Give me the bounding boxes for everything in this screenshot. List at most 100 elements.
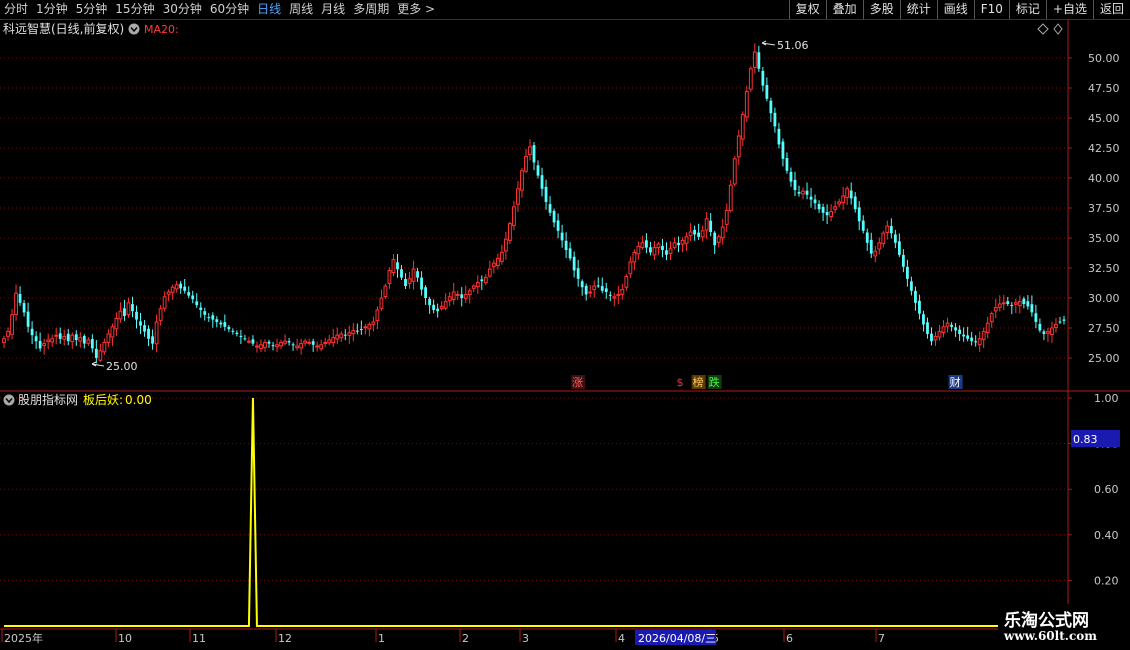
candle-body-up [303,340,308,344]
candle-body-up [78,337,83,342]
period-tab[interactable]: 1分钟 [32,0,72,19]
candle-body-up [592,285,597,290]
candle-body-down [1030,304,1034,313]
candle-body-down [219,322,223,325]
toolbar-button[interactable]: 标记 [1008,0,1046,19]
candle-body-down [203,311,207,315]
candle-body-up [483,277,488,284]
indicator-value: 0.00 [125,393,152,407]
candle-body-up [451,291,456,301]
period-tab[interactable]: 15分钟 [111,0,158,19]
toolbar-button[interactable]: 多股 [862,0,900,19]
candle-body-down [1034,313,1038,322]
period-tab[interactable]: 多周期 [349,0,393,19]
candle-body-up [98,350,103,361]
period-tab[interactable]: 30分钟 [159,0,206,19]
event-markers: 涨 $ 榜跌 财 [571,375,963,389]
candle-body-up [158,308,163,321]
candle-body-up [463,293,468,299]
candle-body-down [809,196,813,200]
candle-body-up [14,292,18,315]
candle-body-down [665,250,668,255]
candle-body-up [247,340,251,343]
candle-body-up [716,236,721,243]
toolbar-button[interactable]: +自选 [1045,0,1093,19]
price-tick-label: 30.00 [1088,292,1120,305]
candle-body-down [781,141,785,159]
candle-body-up [744,91,749,118]
candle-body-down [548,204,552,213]
period-tab[interactable]: 月线 [317,0,349,19]
date-tick-label: 1 [378,632,385,645]
candle-body-up [873,250,878,257]
watermark-title: 乐淘公式网 [1004,611,1089,631]
candle-body-down [926,322,929,334]
period-tab[interactable]: 周线 [285,0,317,19]
toolbar-actions: 复权 叠加 多股 统计 画线 F10 标记 +自选 返回 [788,0,1130,19]
candle-body-down [1062,319,1066,321]
candle-body-up [997,303,1002,308]
candle-body-down [231,330,235,332]
period-tab[interactable]: 60分钟 [206,0,253,19]
candle-body-down [343,334,347,336]
candle-body-down [143,325,146,332]
candle-body-down [424,287,427,298]
candle-body-down [436,308,440,312]
price-tick-label: 32.50 [1088,262,1120,275]
diamond-icon[interactable] [1037,23,1049,35]
candle-body-up [439,305,444,310]
price-tick-label: 50.00 [1088,52,1120,65]
toolbar-button[interactable]: 返回 [1092,0,1130,19]
indicator-dropdown[interactable] [128,23,140,35]
candle-body-up [993,307,998,312]
chevron-down-icon[interactable] [128,23,140,35]
candle-body-up [748,68,753,90]
candle-body-down [291,344,295,346]
indicator-tick-label: 0.40 [1094,529,1119,542]
candle-body-up [740,113,745,140]
toolbar-button[interactable]: 复权 [788,0,826,19]
candle-body-down [432,304,436,310]
period-tab[interactable]: 分时 [0,0,32,19]
low-price-label: 25.00 [106,360,138,373]
chart-area[interactable]: 50.0047.5045.0042.5040.0037.5035.0032.50… [0,20,1130,650]
candle-body-down [1038,323,1042,331]
candle-body-up [632,251,637,263]
toolbar-button[interactable]: 统计 [899,0,937,19]
chevron-down-icon[interactable] [3,394,15,406]
candle-body-up [170,286,175,293]
candle-body-up [1046,331,1050,334]
candle-body-up [833,206,838,210]
candle-body-up [331,337,336,343]
date-axis: 2025年1011121234567 [1,629,885,645]
candle-body-up [801,190,805,195]
high-arrow [761,40,776,46]
candle-body-down [396,262,399,270]
candle-body-down [532,145,536,163]
candle-body-down [769,100,773,114]
event-marker: 跌 [709,375,720,389]
candle-body-down [223,322,227,327]
toolbar-button[interactable]: 画线 [936,0,974,19]
candle-body-down [560,232,564,241]
period-tab[interactable]: 5分钟 [72,0,112,19]
sub-panel-dropdown[interactable] [3,394,15,406]
candle-body-up [652,247,657,256]
candle-body-down [191,295,195,300]
indicator-name: 板后妖: [83,393,123,407]
period-tab[interactable]: 更多 > [393,0,439,19]
stock-title: 科远智慧(日线,前复权) [3,21,124,36]
diamond-icon[interactable] [1053,23,1063,35]
candle-body-up [54,334,59,337]
period-tab[interactable]: 日线 [253,0,285,19]
event-marker: 涨 [572,376,583,389]
toolbar-button[interactable]: 叠加 [825,0,863,19]
toolbar-button[interactable]: F10 [973,0,1009,19]
candle-body-up [323,341,328,344]
candle-body-down [897,241,901,255]
candle-body-up [620,289,625,295]
candle-body-down [355,330,359,332]
sub-panel-title: 股朋指标网 [18,392,78,407]
candle-body-up [327,339,332,344]
candle-body-down [584,285,588,295]
